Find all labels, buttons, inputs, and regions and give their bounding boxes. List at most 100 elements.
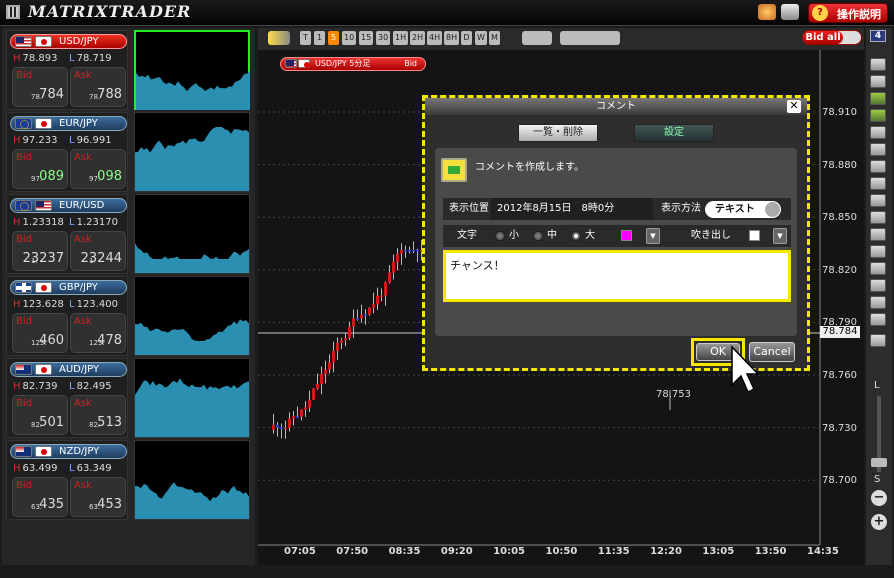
delete-tool-icon[interactable] — [870, 313, 886, 326]
timeframe-button[interactable]: 30 — [376, 31, 391, 45]
currency-pair-card[interactable]: AUD/JPY H 82.739 L 82.495 Bid 82. 501 Ask … — [6, 358, 254, 438]
hline-tool-icon[interactable] — [870, 177, 886, 190]
rate-card[interactable]: USD/JPY H 78.893 L 78.719 Bid 78. 784 Ask … — [6, 30, 128, 110]
pair-tag[interactable]: USD/JPY — [10, 34, 127, 49]
grid-tool-icon[interactable] — [870, 228, 886, 241]
pair-tag[interactable]: EUR/USD — [10, 198, 127, 213]
line-chart-type-icon[interactable] — [522, 31, 552, 45]
list-delete-button[interactable]: 一覧・削除 — [518, 124, 598, 142]
pair-tag[interactable]: EUR/JPY — [10, 116, 127, 131]
palette-icon[interactable] — [758, 4, 776, 20]
fib-tool-icon[interactable] — [870, 211, 886, 224]
candle-body — [272, 424, 275, 430]
ask-button[interactable]: Ask 82. 513 — [70, 395, 126, 435]
edit-tool-icon[interactable] — [870, 296, 886, 309]
measure-tool-icon[interactable] — [870, 262, 886, 275]
close-icon[interactable]: ✕ — [787, 100, 801, 113]
line-tool-icon[interactable] — [870, 160, 886, 173]
chart-tool-icon[interactable] — [870, 92, 886, 105]
timeframe-button[interactable]: 4H — [427, 31, 443, 45]
currency-pair-card[interactable]: EUR/USD H 1.23318 L 1.23170 Bid 1. 23237 A… — [6, 194, 254, 274]
bid-button[interactable]: Bid 123. 460 — [12, 313, 68, 353]
timeframe-button[interactable]: 2H — [410, 31, 426, 45]
currency-pair-card[interactable]: NZD/JPY H 63.499 L 63.349 Bid 63. 435 Ask … — [6, 440, 254, 520]
vline-tool-icon[interactable] — [870, 194, 886, 207]
mini-chart[interactable] — [134, 276, 250, 356]
timeframe-button[interactable]: D — [461, 31, 472, 45]
bid-label: Bid — [16, 234, 32, 245]
timeframe-button[interactable]: 5 — [328, 31, 339, 45]
balloon-color-dropdown[interactable]: ▼ — [773, 228, 787, 244]
text-color-dropdown[interactable]: ▼ — [646, 228, 660, 244]
pair-symbol: GBP/JPY — [59, 282, 98, 293]
pair-tag[interactable]: NZD/JPY — [10, 444, 127, 459]
mini-chart[interactable] — [134, 358, 250, 438]
mini-chart[interactable] — [134, 440, 250, 520]
settings-tab-button[interactable]: 設定 — [634, 124, 714, 142]
cancel-tool-icon[interactable] — [870, 334, 886, 347]
ask-button[interactable]: Ask 123. 478 — [70, 313, 126, 353]
timeframe-button[interactable]: 8H — [444, 31, 460, 45]
ask-button[interactable]: Ask 78. 788 — [70, 67, 126, 107]
text-tool-icon[interactable] — [870, 245, 886, 258]
timeframe-button[interactable]: T — [300, 31, 311, 45]
currency-pair-card[interactable]: GBP/JPY H 123.628 L 123.400 Bid 123. 460 A… — [6, 276, 254, 356]
mini-area — [136, 70, 250, 110]
timeframe-button[interactable]: 10 — [342, 31, 357, 45]
print-icon[interactable] — [781, 4, 799, 20]
ask-button[interactable]: Ask 97. 098 — [70, 149, 126, 189]
eu-flag-icon — [15, 200, 32, 211]
bid-button[interactable]: Bid 1. 23237 — [12, 231, 68, 271]
display-method-toggle[interactable]: テキスト — [705, 201, 781, 218]
bid-pips: 784 — [39, 87, 64, 102]
pen-tool-icon[interactable] — [870, 143, 886, 156]
rate-card[interactable]: EUR/USD H 1.23318 L 1.23170 Bid 1. 23237 A… — [6, 194, 128, 274]
mini-chart[interactable] — [134, 30, 250, 110]
text-color-swatch[interactable] — [621, 230, 632, 241]
rate-card[interactable]: NZD/JPY H 63.499 L 63.349 Bid 63. 435 Ask … — [6, 440, 128, 520]
help-button[interactable]: ? 操作説明 — [808, 3, 888, 23]
mini-chart[interactable] — [134, 112, 250, 192]
bid-label: Bid — [16, 70, 32, 81]
currency-pair-card[interactable]: USD/JPY H 78.893 L 78.719 Bid 78. 784 Ask … — [6, 30, 254, 110]
y-axis-tick: 78.760 — [822, 370, 857, 381]
size-small-radio[interactable] — [495, 231, 505, 241]
timeframe-button[interactable]: 15 — [359, 31, 374, 45]
bid-button[interactable]: Bid 97. 089 — [12, 149, 68, 189]
help-label: 操作説明 — [837, 8, 881, 21]
balloon-color-swatch[interactable] — [749, 230, 760, 241]
info-tool-icon[interactable] — [870, 58, 886, 71]
zoom-small-label: S — [874, 474, 881, 485]
zoom-slider-thumb[interactable] — [871, 458, 887, 467]
candle-chart-type-dropdown[interactable] — [560, 31, 620, 45]
wave-tool-icon[interactable] — [870, 279, 886, 292]
size-large-radio[interactable] — [571, 231, 581, 241]
gear-tool-icon[interactable] — [870, 75, 886, 88]
mini-chart[interactable] — [134, 194, 250, 274]
ask-button[interactable]: Ask 63. 453 — [70, 477, 126, 517]
comment-input[interactable] — [446, 253, 788, 299]
trendline-tool-icon[interactable] — [870, 126, 886, 139]
bell-tool-icon[interactable] — [870, 109, 886, 122]
zoom-search-icon[interactable] — [268, 31, 290, 45]
bid-button[interactable]: Bid 78. 784 — [12, 67, 68, 107]
bid-button[interactable]: Bid 63. 435 — [12, 477, 68, 517]
candle-body — [292, 416, 295, 419]
timeframe-button[interactable]: W — [475, 31, 487, 45]
ask-button[interactable]: Ask 1. 23244 — [70, 231, 126, 271]
timeframe-button[interactable]: M — [489, 31, 500, 45]
timeframe-button[interactable]: 1 — [314, 31, 325, 45]
currency-pair-card[interactable]: EUR/JPY H 97.233 L 96.991 Bid 97. 089 Ask … — [6, 112, 254, 192]
size-medium-radio[interactable] — [533, 231, 543, 241]
rate-card[interactable]: GBP/JPY H 123.628 L 123.400 Bid 123. 460 A… — [6, 276, 128, 356]
pair-tag[interactable]: GBP/JPY — [10, 280, 127, 295]
position-date-field[interactable]: 2012年8月15日 8時0分 — [491, 198, 653, 220]
bid-button[interactable]: Bid 82. 501 — [12, 395, 68, 435]
pair-tag[interactable]: AUD/JPY — [10, 362, 127, 377]
bid-all-toggle[interactable]: Bid all — [802, 30, 862, 45]
timeframe-button[interactable]: 1H — [393, 31, 409, 45]
rate-card[interactable]: AUD/JPY H 82.739 L 82.495 Bid 82. 501 Ask … — [6, 358, 128, 438]
rate-card[interactable]: EUR/JPY H 97.233 L 96.991 Bid 97. 089 Ask … — [6, 112, 128, 192]
zoom-in-icon[interactable]: + — [871, 514, 887, 530]
zoom-out-icon[interactable]: − — [871, 490, 887, 506]
